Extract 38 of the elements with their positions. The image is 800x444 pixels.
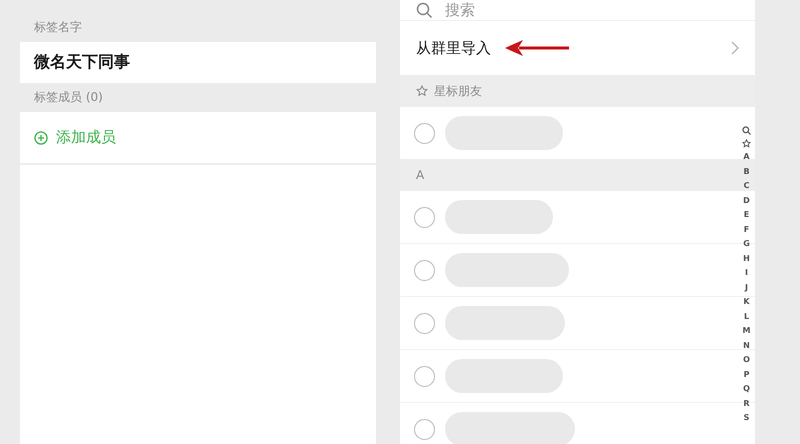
section-header: A — [416, 168, 424, 182]
section-header: 星标朋友 — [434, 82, 482, 100]
index-letter[interactable]: S — [744, 413, 750, 424]
search-icon[interactable] — [742, 126, 751, 135]
star-icon — [416, 85, 428, 97]
index-letter[interactable]: R — [743, 398, 750, 409]
index-letter[interactable]: N — [743, 340, 750, 351]
tag-name-label: 标签名字 — [34, 19, 82, 36]
import-from-group-row[interactable]: 从群里导入 — [400, 21, 755, 75]
index-letter[interactable]: Q — [743, 384, 750, 394]
index-letter[interactable]: P — [744, 370, 750, 380]
index-letter[interactable]: H — [743, 254, 750, 264]
index-letter[interactable]: C — [744, 181, 750, 192]
index-letter[interactable]: B — [743, 166, 750, 177]
index-letter[interactable]: F — [744, 224, 750, 235]
star-icon[interactable] — [742, 139, 751, 148]
index-letter[interactable]: G — [743, 239, 750, 250]
add-icon — [34, 130, 48, 144]
search-field[interactable]: 搜索 — [443, 0, 647, 20]
index-letter[interactable]: I — [745, 268, 748, 278]
tag-members-label: 标签成员 (0) — [34, 89, 103, 106]
index-letter[interactable]: D — [743, 196, 750, 206]
search-icon — [416, 2, 433, 18]
select-checkbox[interactable] — [414, 366, 435, 386]
select-checkbox[interactable] — [414, 206, 435, 228]
index-letter[interactable]: J — [745, 282, 748, 293]
index-letter[interactable]: M — [742, 326, 750, 336]
select-checkbox[interactable] — [414, 122, 435, 144]
index-letter[interactable]: A — [743, 152, 750, 162]
select-checkbox[interactable] — [414, 260, 435, 280]
index-letter[interactable]: O — [743, 355, 750, 366]
select-checkbox[interactable] — [414, 312, 435, 334]
index-letter[interactable]: L — [744, 312, 750, 322]
select-checkbox[interactable] — [414, 418, 435, 440]
chevron-right-icon — [731, 41, 739, 55]
tag-name-field[interactable]: 微名天下同事 — [20, 42, 376, 83]
index-letter[interactable]: E — [744, 210, 750, 220]
index-letter[interactable]: K — [743, 297, 750, 308]
